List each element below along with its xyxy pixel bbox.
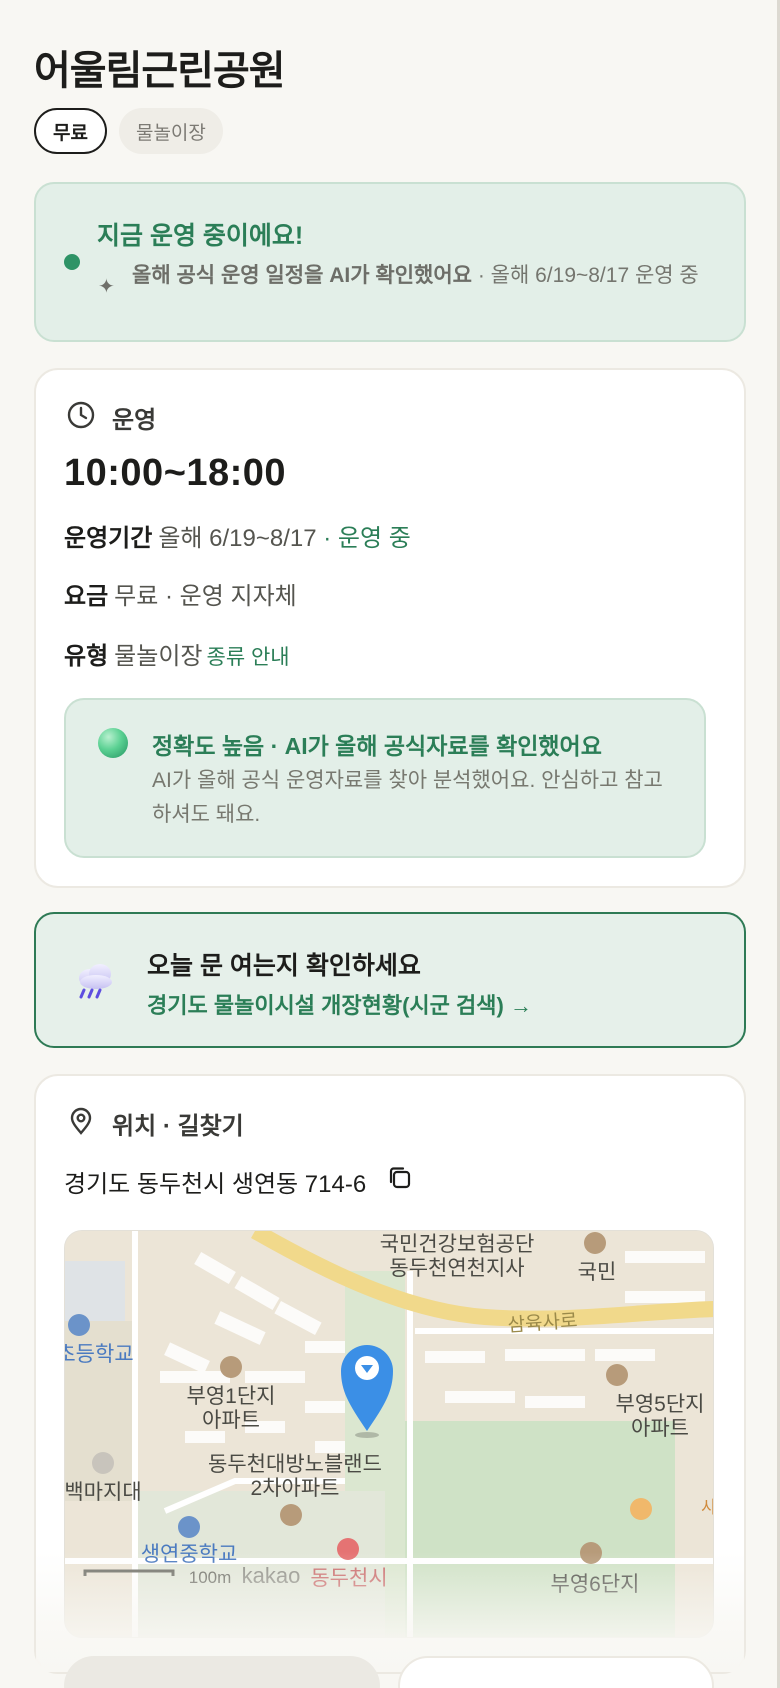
sparkle-icon: ✦ — [98, 276, 115, 298]
type-row: 유형 물놀이장 종류 안내 — [64, 636, 290, 671]
map-canvas: 국민건강보험공단 동두천연천지사 국민 삼육사로 초등학교 부영1단지 아파트 … — [65, 1231, 714, 1637]
type-guide-link[interactable]: 종류 안내 — [207, 646, 290, 669]
status-subtext-rest: · 올해 6/19~8/17 운영 중 — [471, 264, 699, 287]
operating-hours: 10:00~18:00 — [64, 452, 287, 494]
clock-icon — [66, 400, 96, 435]
map-label-baekma: 백마지대 — [65, 1481, 142, 1504]
location-pin-icon — [66, 1106, 96, 1141]
map-label-apt1a: 부영1단지 — [187, 1385, 276, 1408]
map-label-city: 동두천시 — [310, 1567, 387, 1590]
status-subtext-bold: 올해 공식 운영 일정을 AI가 확인했어요 — [132, 264, 472, 287]
status-subtext: 올해 공식 운영 일정을 AI가 확인했어요 · 올해 6/19~8/17 운영… — [132, 261, 732, 290]
map-label-nhis: 국민건강보험공단 — [380, 1233, 535, 1256]
copy-icon[interactable] — [386, 1164, 414, 1199]
map-label-apt6: 부영6단지 — [551, 1573, 640, 1596]
accuracy-orb-icon — [98, 728, 128, 758]
facility-status-link[interactable]: 경기도 물놀이시설 개장현황(시군 검색) → — [147, 988, 532, 1020]
fee-row: 요금 무료 · 운영 지자체 — [64, 576, 297, 611]
map-label-school2: 생연중학교 — [141, 1543, 238, 1566]
address-row: 경기도 동두천시 생연동 714-6 — [64, 1164, 414, 1199]
type-label: 유형 — [64, 643, 109, 670]
accuracy-title: 정확도 높음 · AI가 올해 공식자료를 확인했어요 — [152, 733, 602, 759]
tag-chips: 무료 물놀이장 — [34, 108, 746, 154]
status-dot-icon — [64, 254, 80, 270]
map-label-edge: 사 — [701, 1498, 714, 1517]
map-label-apt5b: 아파트 — [631, 1417, 689, 1440]
map-label-nhis2: 동두천연천지사 — [389, 1257, 524, 1280]
operation-section-label: 운영 — [112, 407, 157, 434]
operation-header: 운영 — [66, 400, 156, 435]
map-label-apt1b: 아파트 — [202, 1409, 260, 1432]
fee-value: 무료 · 운영 지자체 — [114, 583, 297, 610]
period-status: · 운영 중 — [316, 525, 411, 552]
map-label-kookmin: 국민 — [578, 1261, 617, 1284]
check-open-notice[interactable]: 오늘 문 여는지 확인하세요 경기도 물놀이시설 개장현황(시군 검색) → — [34, 912, 746, 1048]
operating-status-banner: 지금 운영 중이에요! ✦ 올해 공식 운영 일정을 AI가 확인했어요 · 올… — [34, 182, 746, 342]
location-map[interactable]: 국민건강보험공단 동두천연천지사 국민 삼육사로 초등학교 부영1단지 아파트 … — [64, 1230, 714, 1638]
rain-cloud-icon — [72, 958, 118, 1009]
period-value: 올해 6/19~8/17 — [158, 525, 317, 552]
accuracy-description: AI가 올해 공식 운영자료를 찾아 분석했어요. 안심하고 참고하셔도 돼요. — [152, 769, 663, 826]
map-label-apt-big-a: 동두천대방노블랜드 — [208, 1453, 382, 1476]
map-label-school1: 초등학교 — [65, 1343, 134, 1366]
page: 어울림근린공원 무료 물놀이장 지금 운영 중이에요! ✦ 올해 공식 운영 일… — [0, 0, 780, 1674]
map-brand-label: kakao — [242, 1563, 301, 1588]
location-card: 위치 · 길찾기 경기도 동두천시 생연동 714-6 국민건강보험공단 동두천… — [34, 1074, 746, 1674]
location-section-label: 위치 · 길찾기 — [112, 1113, 244, 1140]
period-label: 운영기간 — [64, 525, 153, 552]
map-label-apt5a: 부영5단지 — [616, 1393, 705, 1416]
accuracy-box: 정확도 높음 · AI가 올해 공식자료를 확인했어요 AI가 올해 공식 운영… — [64, 698, 706, 858]
bottom-action-left[interactable] — [64, 1656, 380, 1688]
notice-title: 오늘 문 여는지 확인하세요 — [147, 952, 421, 980]
fee-label: 요금 — [64, 583, 109, 610]
chip-free[interactable]: 무료 — [34, 108, 107, 154]
page-title: 어울림근린공원 — [34, 49, 286, 93]
period-row: 운영기간 올해 6/19~8/17 · 운영 중 — [64, 518, 411, 553]
map-label-apt-big-b: 2차아파트 — [251, 1477, 340, 1500]
address-text: 경기도 동두천시 생연동 714-6 — [64, 1171, 367, 1198]
status-heading: 지금 운영 중이에요! — [97, 222, 304, 250]
chip-water-play[interactable]: 물놀이장 — [118, 108, 223, 154]
operation-card: 운영 10:00~18:00 운영기간 올해 6/19~8/17 · 운영 중 요… — [34, 368, 746, 888]
bottom-action-right[interactable] — [398, 1656, 714, 1688]
map-scale-label: 100m — [189, 1568, 232, 1587]
type-value: 물놀이장 — [114, 643, 203, 670]
location-header: 위치 · 길찾기 — [66, 1106, 244, 1141]
